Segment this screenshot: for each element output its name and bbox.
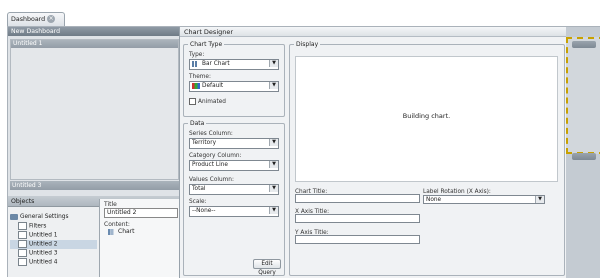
bar-chart-icon — [192, 60, 200, 67]
chevron-down-icon: ▼ — [535, 196, 544, 203]
display-legend: Display — [296, 41, 319, 48]
category-column-label: Category Column: — [189, 153, 242, 159]
y-axis-title-input[interactable] — [295, 235, 420, 244]
edit-query-button[interactable]: Edit Query — [253, 259, 281, 276]
dashboard-panel-untitled-3[interactable]: Untitled 3 — [10, 181, 179, 190]
content-label: Content: — [104, 221, 130, 228]
tree-item-untitled-1[interactable]: Untitled 1 — [10, 230, 97, 240]
theme-select[interactable]: Default ▼ — [189, 81, 279, 92]
values-column-select[interactable]: Total ▼ — [189, 184, 279, 195]
data-group: Data Series Column: Territory ▼ Category … — [183, 120, 285, 276]
type-select[interactable]: Bar Chart ▼ — [189, 59, 279, 70]
chart-title-input[interactable] — [295, 194, 420, 203]
panel-icon — [18, 248, 27, 257]
object-properties: Title Untitled 2 Content: Chart — [99, 199, 179, 277]
tree-item-general-settings[interactable]: General Settings — [10, 213, 97, 222]
tree-item-filters[interactable]: Filters — [10, 221, 97, 231]
settings-icon — [10, 213, 18, 220]
panel-title: Untitled 1 — [11, 40, 178, 48]
display-group: Display Building chart. Chart Title: X A… — [289, 41, 565, 276]
filter-icon — [18, 221, 27, 230]
tree-item-untitled-3[interactable]: Untitled 3 — [10, 248, 97, 258]
tree-item-untitled-4[interactable]: Untitled 4 — [10, 257, 97, 267]
tab-bar: Dashboard × — [0, 0, 600, 28]
close-tab-icon[interactable]: × — [47, 15, 56, 23]
tree-item-untitled-2[interactable]: Untitled 2 — [10, 239, 97, 249]
scale-label: Scale: — [189, 199, 207, 205]
label-rotation-select[interactable]: None ▼ — [423, 195, 545, 204]
chart-preview: Building chart. — [295, 56, 558, 182]
selected-panel-outline[interactable] — [566, 37, 600, 154]
series-column-select[interactable]: Territory ▼ — [189, 138, 279, 149]
panel-icon — [18, 257, 27, 266]
title-field[interactable]: Untitled 2 — [104, 208, 178, 218]
chevron-down-icon: ▼ — [269, 139, 278, 146]
series-column-label: Series Column: — [189, 131, 233, 137]
chart-designer-header: Chart Designer — [180, 27, 567, 37]
chart-designer: Chart Designer Chart Type Type: Bar Char… — [179, 27, 567, 278]
content-chart-item[interactable]: Chart — [104, 228, 175, 235]
right-panel-strip — [566, 27, 600, 278]
chevron-down-icon: ▼ — [269, 60, 278, 67]
scale-select[interactable]: --None-- ▼ — [189, 206, 279, 217]
new-dashboard-header: New Dashboard — [8, 27, 179, 36]
objects-tree: General Settings Filters Untitled 1 Unti… — [8, 207, 99, 277]
panel-controls[interactable] — [572, 41, 596, 48]
building-chart-text: Building chart. — [402, 112, 451, 120]
theme-icon — [192, 82, 200, 89]
chart-type-legend: Chart Type — [190, 41, 223, 48]
x-axis-title-input[interactable] — [295, 214, 420, 223]
tab-label: Dashboard — [11, 16, 46, 23]
title-label: Title — [104, 201, 117, 208]
chart-type-group: Chart Type Type: Bar Chart ▼ Theme: Defau… — [183, 41, 285, 117]
chevron-down-icon: ▼ — [269, 207, 278, 214]
category-column-select[interactable]: Product Line ▼ — [189, 160, 279, 171]
chevron-down-icon: ▼ — [269, 161, 278, 168]
tab-dashboard[interactable]: Dashboard × — [7, 12, 65, 26]
type-label: Type: — [189, 52, 205, 58]
dashboard-panel-untitled-1[interactable]: Untitled 1 — [10, 39, 179, 180]
values-column-label: Values Column: — [189, 177, 234, 183]
chevron-down-icon: ▼ — [269, 82, 278, 89]
chevron-down-icon: ▼ — [269, 185, 278, 192]
animated-option: Animated — [189, 98, 279, 105]
chart-icon — [108, 228, 116, 235]
dashboard-area: New Dashboard Untitled 1 Untitled 3 Obje… — [7, 26, 600, 278]
animated-checkbox[interactable] — [189, 98, 196, 105]
theme-label: Theme: — [189, 74, 211, 80]
panel-icon — [18, 230, 27, 239]
data-legend: Data — [190, 120, 205, 127]
panel-icon — [18, 239, 27, 248]
panel-controls[interactable] — [572, 153, 596, 160]
